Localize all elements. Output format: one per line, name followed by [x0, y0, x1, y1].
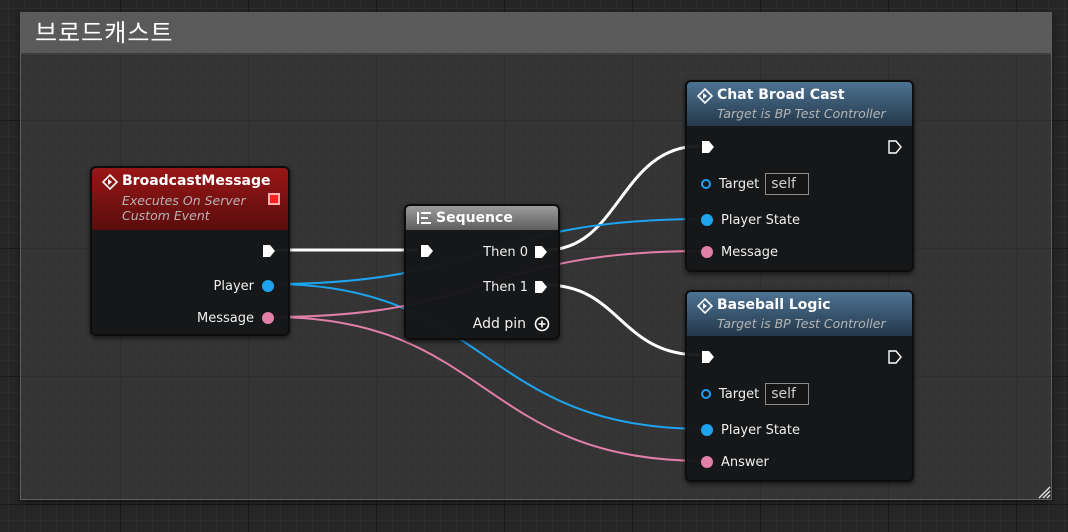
baseball-player-state-pin-icon[interactable]	[701, 424, 713, 436]
diamond-arrow-icon	[102, 174, 118, 190]
pin-label-baseball-answer: Answer	[721, 454, 769, 470]
pin-row-baseball-player-state[interactable]: Player State	[701, 420, 800, 440]
pin-label-baseball-target: Target	[719, 386, 760, 402]
sequence-icon	[417, 212, 431, 224]
event-node-title: BroadcastMessage	[122, 173, 271, 189]
baseball-node-header[interactable]: Baseball Logic Target is BP Test Control…	[687, 292, 912, 336]
comment-title[interactable]: 브로드캐스트	[21, 13, 1051, 55]
baseball-node-title: Baseball Logic	[717, 297, 831, 313]
exec-in-pin-icon[interactable]	[420, 244, 434, 258]
sequence-node-title: Sequence	[436, 210, 513, 226]
replication-indicator-icon	[268, 193, 280, 205]
event-node-header[interactable]: BroadcastMessage Executes On Server Cust…	[92, 168, 288, 230]
pin-row-message[interactable]: Message	[197, 308, 274, 328]
message-pin-icon[interactable]	[262, 312, 274, 324]
pin-row-then0[interactable]: Then 0	[483, 242, 548, 262]
pin-label-then0: Then 0	[483, 244, 528, 260]
baseball-exec-out-pin-icon[interactable]	[888, 350, 902, 364]
pin-label-message: Message	[197, 310, 254, 326]
resize-grip-icon[interactable]	[1035, 483, 1051, 499]
pin-row-chat-player-state[interactable]: Player State	[701, 210, 800, 230]
pin-label-baseball-player-state: Player State	[721, 422, 800, 438]
pin-row-chat-target[interactable]: Target self	[701, 173, 810, 195]
pin-row-chat-message[interactable]: Message	[701, 242, 778, 262]
chat-node-title: Chat Broad Cast	[717, 87, 845, 103]
event-node-subtitle-2: Custom Event	[122, 208, 210, 223]
baseball-answer-pin-icon[interactable]	[701, 456, 713, 468]
pin-label-chat-target: Target	[719, 176, 760, 192]
pin-label-player: Player	[213, 278, 254, 294]
pin-label-then1: Then 1	[483, 279, 528, 295]
event-node-broadcastmessage[interactable]: BroadcastMessage Executes On Server Cust…	[90, 166, 290, 336]
add-pin-button[interactable]: Add pin	[473, 316, 550, 332]
baseball-node-subtitle: Target is BP Test Controller	[717, 316, 886, 331]
pin-row-then1[interactable]: Then 1	[483, 277, 548, 297]
baseball-exec-in-pin-icon[interactable]	[701, 350, 715, 364]
baseball-target-pin-icon[interactable]	[701, 389, 711, 399]
then1-exec-pin-icon[interactable]	[534, 280, 548, 294]
sequence-node-header[interactable]: Sequence	[406, 206, 558, 230]
function-diamond-icon	[697, 298, 713, 314]
function-node-baseball-logic[interactable]: Baseball Logic Target is BP Test Control…	[685, 290, 914, 482]
pin-row-baseball-answer[interactable]: Answer	[701, 452, 769, 472]
event-node-subtitle-1: Executes On Server	[122, 193, 246, 208]
chat-target-pin-icon[interactable]	[701, 179, 711, 189]
sequence-node[interactable]: Sequence Then 0 Then 1 Add pin	[404, 204, 560, 340]
chat-node-subtitle: Target is BP Test Controller	[717, 106, 886, 121]
chat-player-state-pin-icon[interactable]	[701, 214, 713, 226]
chat-target-self-field[interactable]: self	[765, 173, 810, 195]
pin-row-baseball-target[interactable]: Target self	[701, 383, 810, 405]
pin-row-player[interactable]: Player	[214, 276, 274, 296]
exec-out-pin-icon[interactable]	[262, 244, 276, 258]
add-pin-label: Add pin	[472, 316, 526, 332]
then0-exec-pin-icon[interactable]	[534, 245, 548, 259]
function-diamond-icon	[697, 88, 713, 104]
pin-label-chat-message: Message	[721, 244, 778, 260]
function-node-chat-broad-cast[interactable]: Chat Broad Cast Target is BP Test Contro…	[685, 80, 914, 272]
chat-exec-out-pin-icon[interactable]	[888, 140, 902, 154]
chat-node-header[interactable]: Chat Broad Cast Target is BP Test Contro…	[687, 82, 912, 126]
chat-exec-in-pin-icon[interactable]	[701, 140, 715, 154]
plus-circle-icon	[534, 316, 550, 332]
pin-label-chat-player-state: Player State	[721, 212, 800, 228]
chat-message-pin-icon[interactable]	[701, 246, 713, 258]
baseball-target-self-field[interactable]: self	[765, 383, 810, 405]
player-pin-icon[interactable]	[262, 280, 274, 292]
